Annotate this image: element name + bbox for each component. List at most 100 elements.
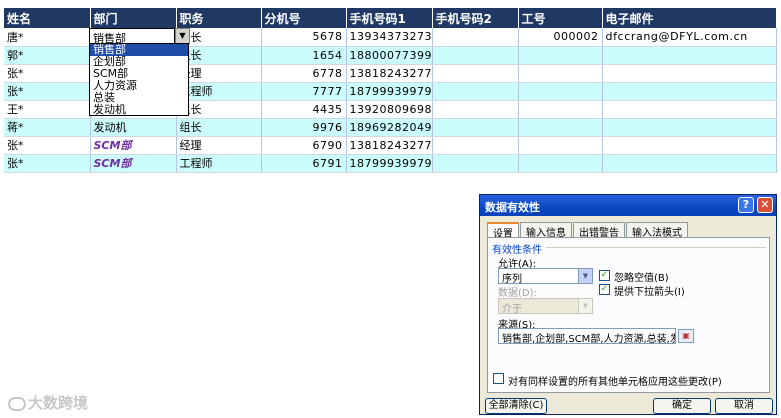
collapse-dialog-icon[interactable]: ▣ — [678, 329, 694, 343]
cell-name[interactable]: 郭* — [4, 46, 91, 65]
table-row: 张* SCM部 经理 6790 13818243277 — [4, 136, 777, 155]
cell-id[interactable]: 000002 — [518, 28, 603, 47]
cell-mobile1[interactable]: 13934373273 — [346, 28, 433, 47]
table-row: 张* SCM部 工程师 6791 18799939979 — [4, 154, 777, 173]
ignore-blank-label: 忽略空值(B) — [614, 273, 669, 284]
cell-mobile1[interactable]: 13818243277 — [346, 64, 433, 83]
header-row: 姓名 部门 职务 分机号 手机号码1 手机号码2 工号 电子邮件 — [4, 8, 777, 28]
cell-name[interactable]: 张* — [4, 154, 91, 173]
cell-mobile2[interactable] — [432, 64, 519, 83]
cell-id[interactable] — [518, 46, 603, 65]
tab-settings[interactable]: 设置 — [487, 222, 519, 240]
cell-email[interactable] — [602, 82, 777, 101]
watermark-logo-icon — [8, 396, 26, 411]
data-select-value: 介于 — [502, 304, 522, 315]
in-cell-dropdown-label: 提供下拉箭头(I) — [614, 287, 685, 298]
cell-title[interactable]: 组长 — [176, 118, 262, 137]
cell-id[interactable] — [518, 118, 603, 137]
chevron-down-icon: ▼ — [578, 299, 592, 313]
cell-mobile1[interactable]: 13920809698 — [346, 100, 433, 119]
header-mobile1[interactable]: 手机号码1 — [346, 8, 433, 28]
dialog-title: 数据有效性 — [485, 201, 540, 214]
header-id[interactable]: 工号 — [518, 8, 603, 28]
cell-dept[interactable]: SCM部 — [90, 154, 177, 173]
cell-ext[interactable]: 1654 — [261, 46, 347, 65]
cell-mobile1[interactable]: 13818243277 — [346, 136, 433, 155]
cell-name[interactable]: 张* — [4, 64, 91, 83]
close-icon[interactable]: ✕ — [757, 197, 773, 213]
dept-cell-editor[interactable]: 销售部 — [89, 28, 175, 45]
group-divider — [546, 247, 766, 248]
dialog-tabs: 设置 输入信息 出错警告 输入法模式 — [487, 222, 689, 240]
cell-id[interactable] — [518, 136, 603, 155]
cell-ext[interactable]: 6791 — [261, 154, 347, 173]
watermark-text: 大数跨境 — [28, 394, 89, 412]
data-validation-dialog: 数据有效性 ? ✕ 设置 输入信息 出错警告 输入法模式 有效性条件 允许(A)… — [479, 194, 777, 415]
dept-dropdown-list[interactable]: 销售部 企划部 SCM部 人力资源 总装 发动机 — [89, 43, 189, 116]
watermark: 大数跨境 — [8, 392, 88, 413]
cell-email[interactable] — [602, 46, 777, 65]
in-cell-dropdown-checkbox[interactable]: ✓ — [599, 284, 610, 295]
cell-mobile1[interactable]: 18969282049 — [346, 118, 433, 137]
cell-email[interactable] — [602, 118, 777, 137]
cell-mobile2[interactable] — [432, 28, 519, 47]
header-title[interactable]: 职务 — [176, 8, 262, 28]
header-email[interactable]: 电子邮件 — [602, 8, 777, 28]
cell-name[interactable]: 张* — [4, 136, 91, 155]
cell-ext[interactable]: 7777 — [261, 82, 347, 101]
validation-criteria-label: 有效性条件 — [492, 245, 542, 256]
cell-mobile1[interactable]: 18800077399 — [346, 46, 433, 65]
cell-ext[interactable]: 5678 — [261, 28, 347, 47]
clear-all-button[interactable]: 全部清除(C) — [485, 398, 547, 414]
cell-id[interactable] — [518, 154, 603, 173]
source-input[interactable]: 销售部,企划部,SCM部,人力资源,总装,发动机 — [498, 328, 676, 344]
header-name[interactable]: 姓名 — [4, 8, 91, 28]
settings-panel: 有效性条件 允许(A): 序列 ▼ ✓ 忽略空值(B) ✓ 提供下拉箭头(I) … — [487, 237, 770, 393]
cell-title[interactable]: 经理 — [176, 136, 262, 155]
cell-ext[interactable]: 6790 — [261, 136, 347, 155]
help-icon[interactable]: ? — [738, 197, 754, 213]
cancel-button[interactable]: 取消 — [715, 398, 773, 414]
dropdown-arrow-button[interactable]: ▼ — [175, 28, 190, 44]
cell-ext[interactable]: 6778 — [261, 64, 347, 83]
cell-mobile1[interactable]: 18799939979 — [346, 82, 433, 101]
chevron-down-icon[interactable]: ▼ — [578, 269, 592, 283]
cell-email[interactable] — [602, 154, 777, 173]
tab-error-alert[interactable]: 出错警告 — [573, 222, 625, 239]
allow-select[interactable]: 序列 ▼ — [498, 268, 593, 285]
cell-mobile2[interactable] — [432, 118, 519, 137]
header-dept[interactable]: 部门 — [90, 8, 177, 28]
cell-mobile1[interactable]: 18799939979 — [346, 154, 433, 173]
cell-email[interactable] — [602, 136, 777, 155]
cell-id[interactable] — [518, 100, 603, 119]
apply-all-checkbox[interactable] — [493, 373, 504, 384]
cell-dept[interactable]: SCM部 — [90, 136, 177, 155]
header-ext[interactable]: 分机号 — [261, 8, 347, 28]
cell-name[interactable]: 唐* — [4, 28, 91, 47]
cell-id[interactable] — [518, 82, 603, 101]
cell-mobile2[interactable] — [432, 100, 519, 119]
cell-mobile2[interactable] — [432, 136, 519, 155]
cell-mobile2[interactable] — [432, 154, 519, 173]
cell-mobile2[interactable] — [432, 46, 519, 65]
cell-name[interactable]: 王* — [4, 100, 91, 119]
cell-email[interactable] — [602, 100, 777, 119]
data-select: 介于 ▼ — [498, 298, 593, 315]
cell-email[interactable] — [602, 64, 777, 83]
dropdown-option[interactable]: 发动机 — [90, 104, 188, 116]
tab-ime-mode[interactable]: 输入法模式 — [626, 222, 688, 239]
cell-title[interactable]: 工程师 — [176, 154, 262, 173]
cell-id[interactable] — [518, 64, 603, 83]
ignore-blank-checkbox[interactable]: ✓ — [599, 270, 610, 281]
cell-email[interactable]: dfccrang@DFYL.com.cn — [602, 28, 777, 47]
tab-input-message[interactable]: 输入信息 — [520, 222, 572, 239]
cell-mobile2[interactable] — [432, 82, 519, 101]
cell-name[interactable]: 蒋* — [4, 118, 91, 137]
cell-ext[interactable]: 4435 — [261, 100, 347, 119]
cell-ext[interactable]: 9976 — [261, 118, 347, 137]
ok-button[interactable]: 确定 — [653, 398, 711, 414]
dialog-titlebar[interactable]: 数据有效性 ? ✕ — [480, 195, 776, 216]
header-mobile2[interactable]: 手机号码2 — [432, 8, 519, 28]
cell-dept[interactable]: 发动机 — [90, 118, 177, 137]
cell-name[interactable]: 张* — [4, 82, 91, 101]
